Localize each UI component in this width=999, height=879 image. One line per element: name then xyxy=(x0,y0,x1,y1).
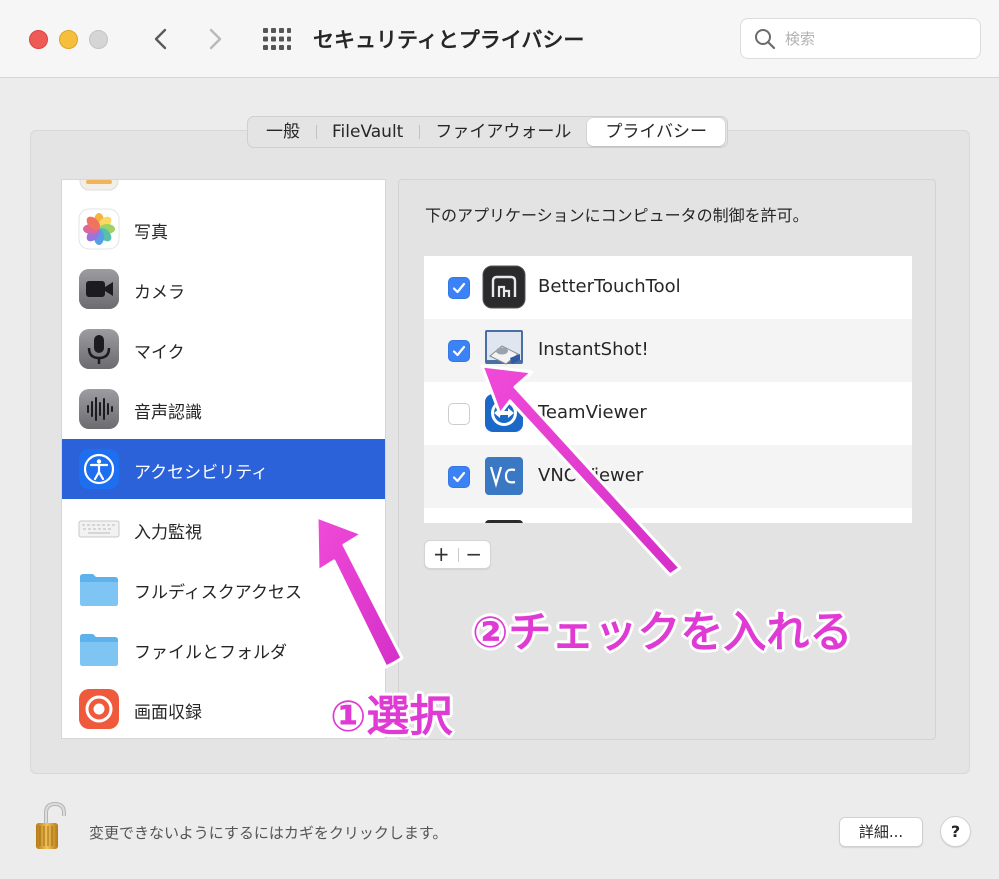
app-row-teamviewer[interactable]: TeamViewer xyxy=(424,382,912,445)
partial-app-icon xyxy=(485,520,523,523)
tab-privacy[interactable]: プライバシー xyxy=(587,118,726,146)
app-name: BetterTouchTool xyxy=(538,276,681,297)
search-field[interactable] xyxy=(740,18,981,59)
unlocked-padlock-icon[interactable] xyxy=(30,800,78,852)
app-checkbox[interactable] xyxy=(448,403,470,425)
show-all-grid-icon[interactable] xyxy=(262,27,292,51)
search-input[interactable] xyxy=(785,27,970,51)
sidebar-item-input-monitoring[interactable]: 入力監視 xyxy=(62,499,385,559)
app-checkbox[interactable] xyxy=(448,466,470,488)
forward-arrow-icon[interactable] xyxy=(202,22,228,56)
vnc-viewer-icon xyxy=(485,457,523,495)
sidebar-item-label: マイク xyxy=(134,343,185,363)
accessibility-icon xyxy=(79,449,119,489)
sidebar-item-label: 入力監視 xyxy=(134,523,202,543)
app-name: InstantShot! xyxy=(538,339,649,360)
system-preferences-window: セキュリティとプライバシー 一般 FileVault ファイアウォール プライバ… xyxy=(0,0,999,879)
sidebar-item-photos[interactable]: 写真 xyxy=(62,199,385,259)
partial-list-item-icon xyxy=(79,180,119,191)
sidebar-item-microphone[interactable]: マイク xyxy=(62,319,385,379)
annotation-step-2: ②チェックを入れる xyxy=(472,608,853,658)
camera-icon xyxy=(79,269,119,309)
privacy-category-list[interactable]: 写真 カメラ マイク 音声認識 アクセシビリティ 入力監視 フルディスクアクセス… xyxy=(61,179,386,739)
search-icon xyxy=(755,29,776,50)
app-row-partial xyxy=(424,508,912,523)
tab-general[interactable]: 一般 xyxy=(250,118,316,146)
lock-hint-text: 変更できないようにするにはカギをクリックします。 xyxy=(89,824,448,842)
tab-bar: 一般 FileVault ファイアウォール プライバシー xyxy=(247,116,729,148)
folder-icon xyxy=(80,574,118,606)
bettertouchtool-icon xyxy=(482,265,526,309)
folder-icon xyxy=(80,634,118,666)
app-row-vnc-viewer[interactable]: VNC Viewer xyxy=(424,445,912,508)
permission-description: 下のアプリケーションにコンピュータの制御を許可。 xyxy=(425,206,809,225)
sidebar-item-speech-recognition[interactable]: 音声認識 xyxy=(62,379,385,439)
keyboard-icon xyxy=(78,520,120,538)
back-arrow-icon[interactable] xyxy=(148,22,174,56)
instantshot-icon xyxy=(485,330,523,365)
app-name: TeamViewer xyxy=(538,402,647,423)
tab-filevault[interactable]: FileVault xyxy=(316,118,419,146)
divider xyxy=(458,548,459,562)
checkmark-icon xyxy=(452,471,466,483)
add-remove-control: + − xyxy=(424,540,491,569)
screen-recording-icon xyxy=(79,689,119,729)
sidebar-item-label: 音声認識 xyxy=(134,403,202,423)
sidebar-item-label: ファイルとフォルダ xyxy=(134,643,287,663)
speech-recognition-icon xyxy=(79,389,119,429)
allowed-apps-list[interactable]: BetterTouchTool InstantShot! TeamViewer … xyxy=(424,256,912,523)
sidebar-item-label: 写真 xyxy=(134,223,168,243)
teamviewer-icon xyxy=(485,394,523,432)
tab-firewall[interactable]: ファイアウォール xyxy=(419,118,587,146)
checkmark-icon xyxy=(452,282,466,294)
app-checkbox[interactable] xyxy=(448,340,470,362)
annotation-step-1: ①選択 xyxy=(330,692,453,742)
title-bar: セキュリティとプライバシー xyxy=(0,0,999,78)
close-window-button[interactable] xyxy=(29,30,48,49)
sidebar-item-full-disk-access[interactable]: フルディスクアクセス xyxy=(62,559,385,619)
sidebar-item-label: フルディスクアクセス xyxy=(134,583,302,603)
sidebar-item-label: カメラ xyxy=(134,283,185,303)
sidebar-item-label: アクセシビリティ xyxy=(134,463,269,483)
sidebar-item-files-and-folders[interactable]: ファイルとフォルダ xyxy=(62,619,385,679)
zoom-window-button[interactable] xyxy=(89,30,108,49)
remove-app-button[interactable]: − xyxy=(458,541,491,568)
window-title: セキュリティとプライバシー xyxy=(313,28,585,52)
app-name: VNC Viewer xyxy=(538,465,644,486)
sidebar-item-accessibility[interactable]: アクセシビリティ xyxy=(62,439,385,499)
app-row-bettertouchtool[interactable]: BetterTouchTool xyxy=(424,256,912,319)
microphone-icon xyxy=(79,329,119,369)
advanced-button[interactable]: 詳細... xyxy=(839,817,923,847)
app-row-instantshot[interactable]: InstantShot! xyxy=(424,319,912,382)
app-checkbox[interactable] xyxy=(448,277,470,299)
add-app-button[interactable]: + xyxy=(425,541,458,568)
checkmark-icon xyxy=(452,345,466,357)
sidebar-item-label: 画面収録 xyxy=(134,703,202,723)
help-button[interactable]: ? xyxy=(940,816,971,847)
photos-icon xyxy=(78,208,120,250)
minimize-window-button[interactable] xyxy=(59,30,78,49)
sidebar-item-camera[interactable]: カメラ xyxy=(62,259,385,319)
